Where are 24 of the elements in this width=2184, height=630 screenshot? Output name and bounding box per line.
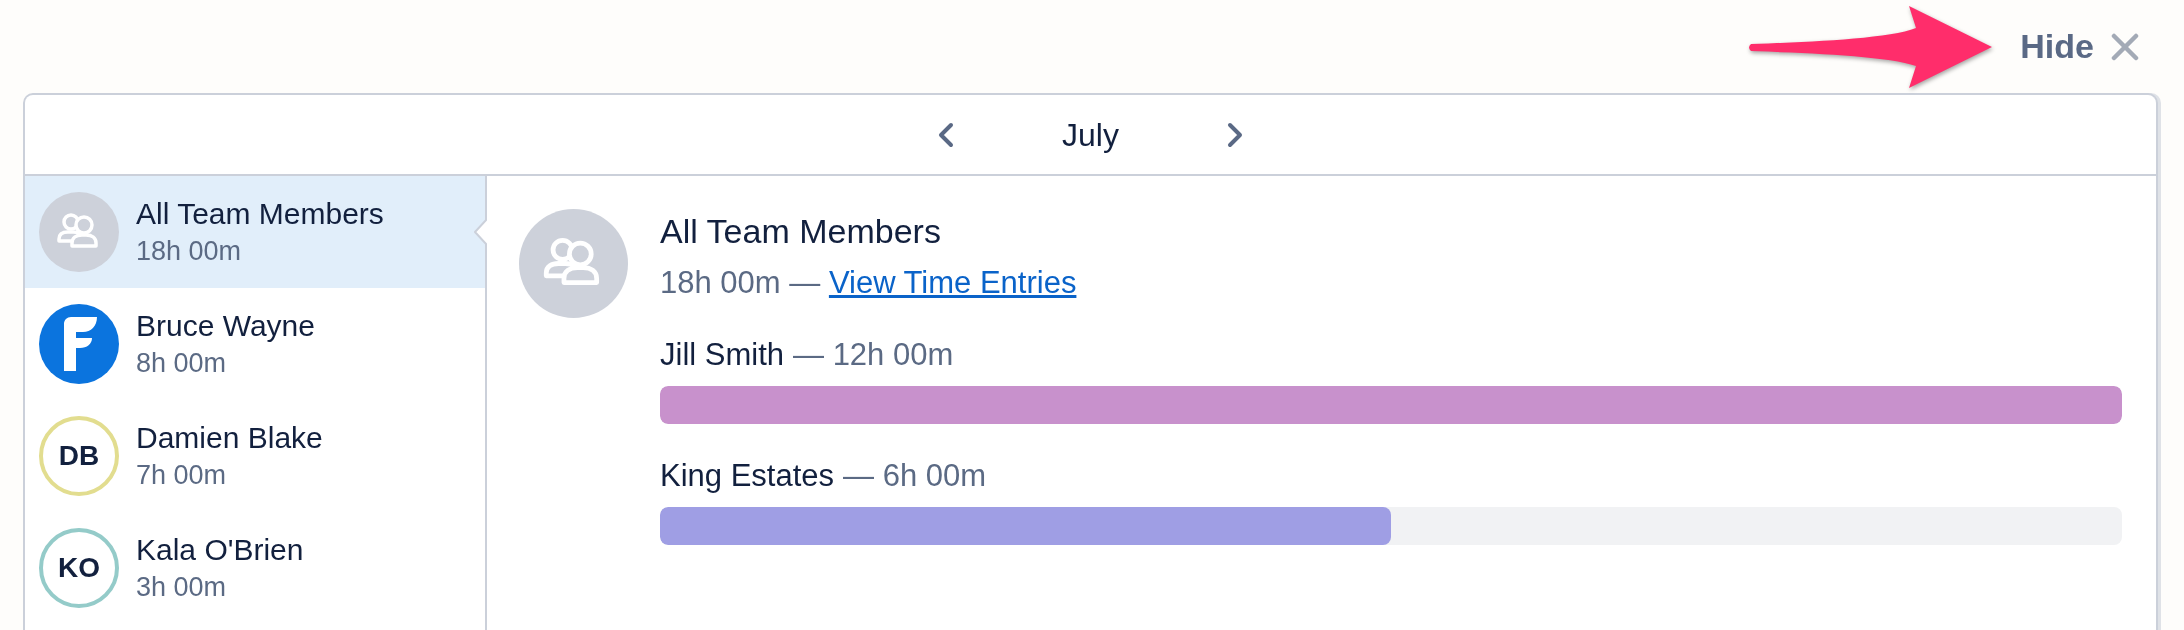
total-hours-text: 18h 00m — View Time Entries bbox=[660, 264, 1077, 302]
entry-hours: — 6h 00m bbox=[843, 457, 987, 495]
group-avatar-icon bbox=[39, 192, 119, 272]
entry-name: King Estates bbox=[660, 457, 835, 495]
view-time-entries-link[interactable]: View Time Entries bbox=[828, 265, 1077, 300]
hide-button[interactable]: Hide bbox=[2020, 27, 2139, 66]
chevron-left-icon bbox=[938, 121, 955, 148]
sidebar-item[interactable]: DB Damien Blake 7h 00m bbox=[25, 400, 487, 512]
entry-name: Jill Smith bbox=[660, 336, 784, 374]
sidebar-item[interactable]: All Team Members 18h 00m bbox=[25, 176, 487, 288]
group-avatar-icon bbox=[519, 209, 628, 318]
sidebar-item[interactable]: KO Kala O'Brien 3h 00m bbox=[25, 512, 487, 624]
initials-avatar: DB bbox=[39, 416, 119, 496]
selection-pointer-icon bbox=[474, 219, 487, 245]
previous-month-button[interactable] bbox=[938, 121, 955, 148]
logo-avatar-icon bbox=[39, 304, 119, 384]
sidebar-item[interactable]: Bruce Wayne 8h 00m bbox=[25, 288, 487, 400]
chevron-right-icon bbox=[1226, 121, 1243, 148]
initials-avatar: KO bbox=[39, 528, 119, 608]
close-icon bbox=[2111, 32, 2139, 61]
month-label: July bbox=[1062, 115, 1119, 155]
detail-title: All Team Members bbox=[660, 211, 941, 252]
entry-hours: — 12h 00m bbox=[793, 336, 954, 374]
next-month-button[interactable] bbox=[1226, 121, 1243, 148]
